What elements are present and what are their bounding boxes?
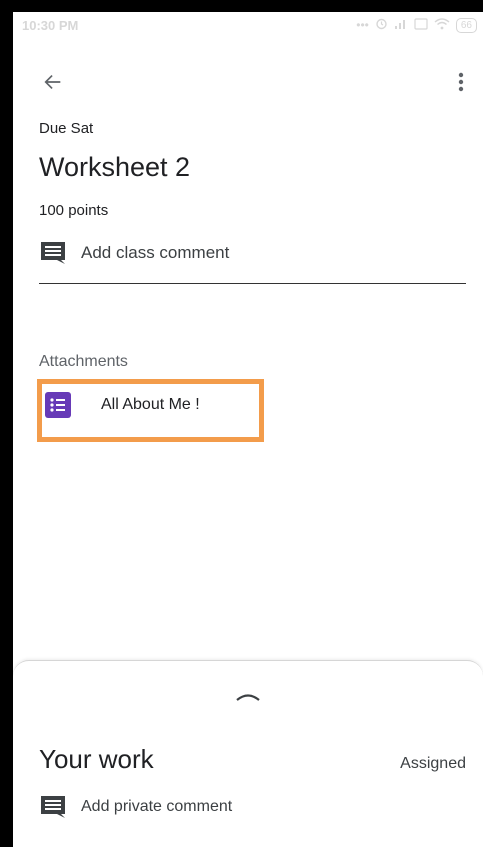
chevron-up-icon [236,694,260,701]
back-button[interactable] [37,66,69,98]
status-bar: 10:30 PM ••• 66 [13,12,483,40]
your-work-title: Your work [39,744,154,774]
assignment-title: Worksheet 2 [39,152,191,182]
expand-sheet-button[interactable] [233,689,263,705]
more-vert-icon [458,72,464,92]
app-screen: 10:30 PM ••• 66 Due Sat Worksheet 2 100 … [13,12,483,847]
arrow-back-icon [44,74,61,90]
divider [39,283,466,284]
battery-icon: 66 [455,17,477,33]
attachment-item[interactable]: All About Me ! [45,392,200,418]
more-options-button[interactable] [449,66,473,98]
work-status: Assigned [400,755,466,772]
status-time: 10:30 PM [22,18,79,33]
status-icons: ••• 66 [356,17,477,33]
google-forms-icon [45,392,71,418]
attachment-title: All About Me ! [101,396,200,413]
signal-icon [394,18,408,32]
device-frame: 10:30 PM ••• 66 Due Sat Worksheet 2 100 … [0,0,483,847]
assignment-points: 100 points [39,202,109,219]
add-class-comment-label: Add class comment [81,243,230,262]
add-private-comment-label: Add private comment [81,798,233,815]
dots-icon: ••• [356,18,369,32]
comment-icon [41,796,65,818]
add-class-comment-button[interactable]: Add class comment [39,240,229,266]
alarm-icon [375,17,388,33]
wifi-icon [434,17,450,33]
your-work-sheet[interactable]: Your work Assigned Add private comment [13,660,483,847]
comment-icon [41,242,65,264]
due-date: Due Sat [39,120,94,137]
add-private-comment-button[interactable]: Add private comment [39,794,232,820]
volte-icon [414,17,428,33]
attachments-heading: Attachments [39,353,128,370]
